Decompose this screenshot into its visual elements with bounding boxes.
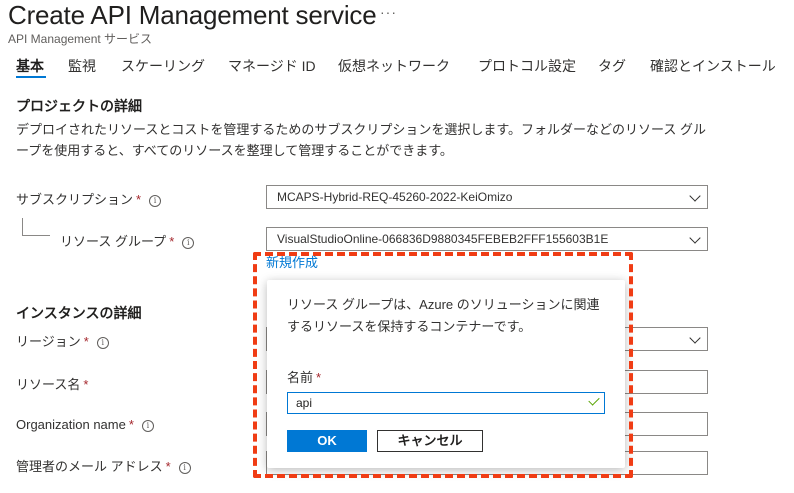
page-title: Create API Management service bbox=[8, 0, 377, 30]
project-description: デプロイされたリソースとコストを管理するためのサブスクリプションを選択します。フ… bbox=[16, 122, 707, 158]
info-icon[interactable]: i bbox=[182, 237, 195, 249]
tab-basics[interactable]: 基本 bbox=[16, 56, 44, 76]
tab-scaling[interactable]: スケーリング bbox=[121, 56, 205, 76]
more-options-icon[interactable]: ··· bbox=[380, 4, 397, 20]
resource-group-value: VisualStudioOnline-066836D9880345FEBEB2F… bbox=[277, 232, 609, 246]
subscription-select[interactable]: MCAPS-Hybrid-REQ-45260-2022-KeiOmizo bbox=[266, 185, 708, 209]
tab-bar: 基本 監視 スケーリング マネージド ID 仮想ネットワーク プロトコル設定 タ… bbox=[0, 52, 794, 80]
info-icon[interactable]: i bbox=[178, 462, 191, 474]
org-name-label: Organization name * i bbox=[16, 417, 154, 432]
page-subtitle: API Management サービス bbox=[8, 32, 153, 46]
project-details-heading: プロジェクトの詳細 bbox=[16, 98, 142, 114]
tab-virtual-network[interactable]: 仮想ネットワーク bbox=[338, 56, 450, 76]
required-asterisk: * bbox=[136, 192, 142, 207]
admin-email-label: 管理者のメール アドレス * i bbox=[16, 456, 191, 475]
tab-tags[interactable]: タグ bbox=[598, 56, 626, 76]
chevron-down-icon bbox=[689, 332, 701, 344]
required-asterisk: * bbox=[83, 377, 89, 392]
info-icon[interactable]: i bbox=[149, 195, 162, 207]
annotation-highlight-border bbox=[253, 252, 633, 478]
required-asterisk: * bbox=[165, 459, 171, 474]
resource-group-select[interactable]: VisualStudioOnline-066836D9880345FEBEB2F… bbox=[266, 227, 708, 251]
region-label: リージョン * i bbox=[16, 331, 109, 350]
instance-details-heading: インスタンスの詳細 bbox=[16, 305, 142, 321]
required-asterisk: * bbox=[169, 234, 175, 249]
chevron-down-icon bbox=[689, 232, 701, 244]
resource-group-label: リソース グループ * i bbox=[60, 231, 195, 250]
active-tab-indicator bbox=[16, 76, 46, 78]
subscription-value: MCAPS-Hybrid-REQ-45260-2022-KeiOmizo bbox=[277, 190, 513, 204]
tab-review-install[interactable]: 確認とインストール bbox=[650, 56, 776, 76]
tree-connector bbox=[22, 235, 50, 236]
tab-monitoring[interactable]: 監視 bbox=[68, 56, 96, 76]
subscription-label: サブスクリプション * i bbox=[16, 189, 162, 208]
required-asterisk: * bbox=[83, 334, 89, 349]
tree-connector bbox=[22, 218, 23, 235]
info-icon[interactable]: i bbox=[141, 420, 154, 432]
tab-protocol-settings[interactable]: プロトコル設定 bbox=[478, 56, 576, 76]
resource-name-label: リソース名 * bbox=[16, 377, 89, 392]
info-icon[interactable]: i bbox=[96, 337, 109, 349]
required-asterisk: * bbox=[128, 417, 134, 432]
chevron-down-icon bbox=[689, 190, 701, 202]
tab-managed-id[interactable]: マネージド ID bbox=[228, 56, 316, 76]
